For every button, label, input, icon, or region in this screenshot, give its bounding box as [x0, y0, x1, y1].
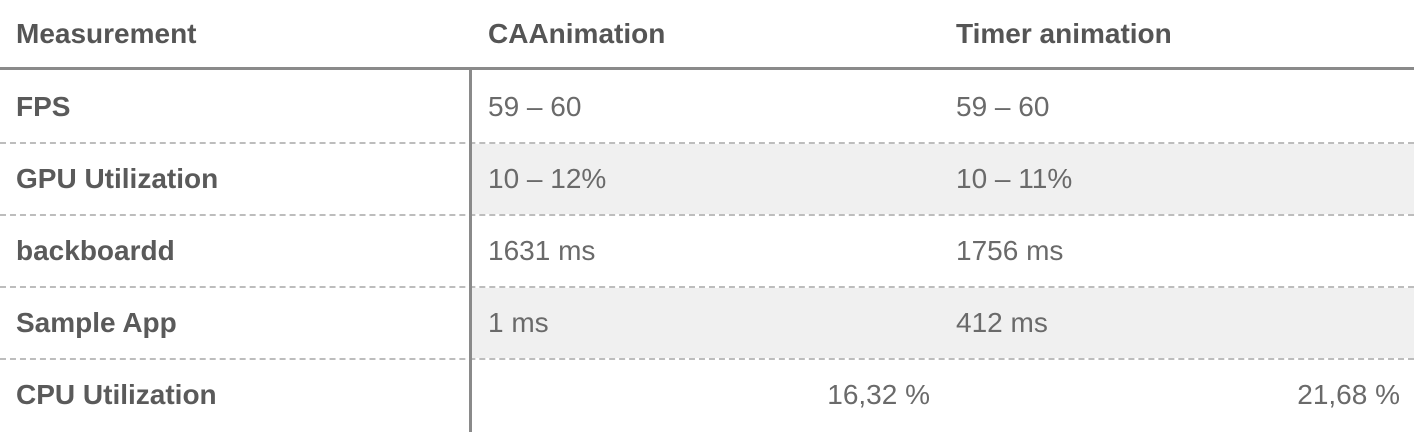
caanimation-value: 1631 ms: [488, 235, 596, 266]
timer-animation-value: 412 ms: [956, 307, 1048, 338]
caanimation-value: 1 ms: [488, 307, 549, 338]
table-row: Sample App 1 ms 412 ms: [0, 288, 1414, 360]
timer-animation-value: 10 – 11%: [956, 163, 1073, 194]
caanimation-value: 10 – 12%: [488, 163, 607, 194]
header-caanimation: CAAnimation: [488, 18, 666, 49]
comparison-table: Measurement CAAnimation Timer animation …: [0, 0, 1414, 432]
table-header: Measurement CAAnimation Timer animation: [0, 0, 1414, 70]
timer-animation-value: 59 – 60: [956, 91, 1050, 122]
row-shade: [472, 288, 1414, 358]
row-label: GPU Utilization: [16, 163, 219, 194]
header-measurement: Measurement: [16, 18, 197, 49]
row-label: FPS: [16, 91, 71, 122]
row-label: backboardd: [16, 235, 175, 266]
header-timer-animation: Timer animation: [956, 18, 1172, 49]
table-row: FPS 59 – 60 59 – 60: [0, 72, 1414, 144]
caanimation-value: 59 – 60: [488, 91, 582, 122]
caanimation-value: 16,32 %: [827, 379, 930, 410]
row-label: Sample App: [16, 307, 177, 338]
row-label: CPU Utilization: [16, 379, 217, 410]
column-divider: [469, 70, 472, 432]
table-row: GPU Utilization 10 – 12% 10 – 11%: [0, 144, 1414, 216]
row-shade: [472, 144, 1414, 214]
timer-animation-value: 21,68 %: [1297, 379, 1400, 410]
timer-animation-value: 1756 ms: [956, 235, 1064, 266]
table-row: CPU Utilization 16,32 % 21,68 %: [0, 360, 1414, 432]
table-row: backboardd 1631 ms 1756 ms: [0, 216, 1414, 288]
